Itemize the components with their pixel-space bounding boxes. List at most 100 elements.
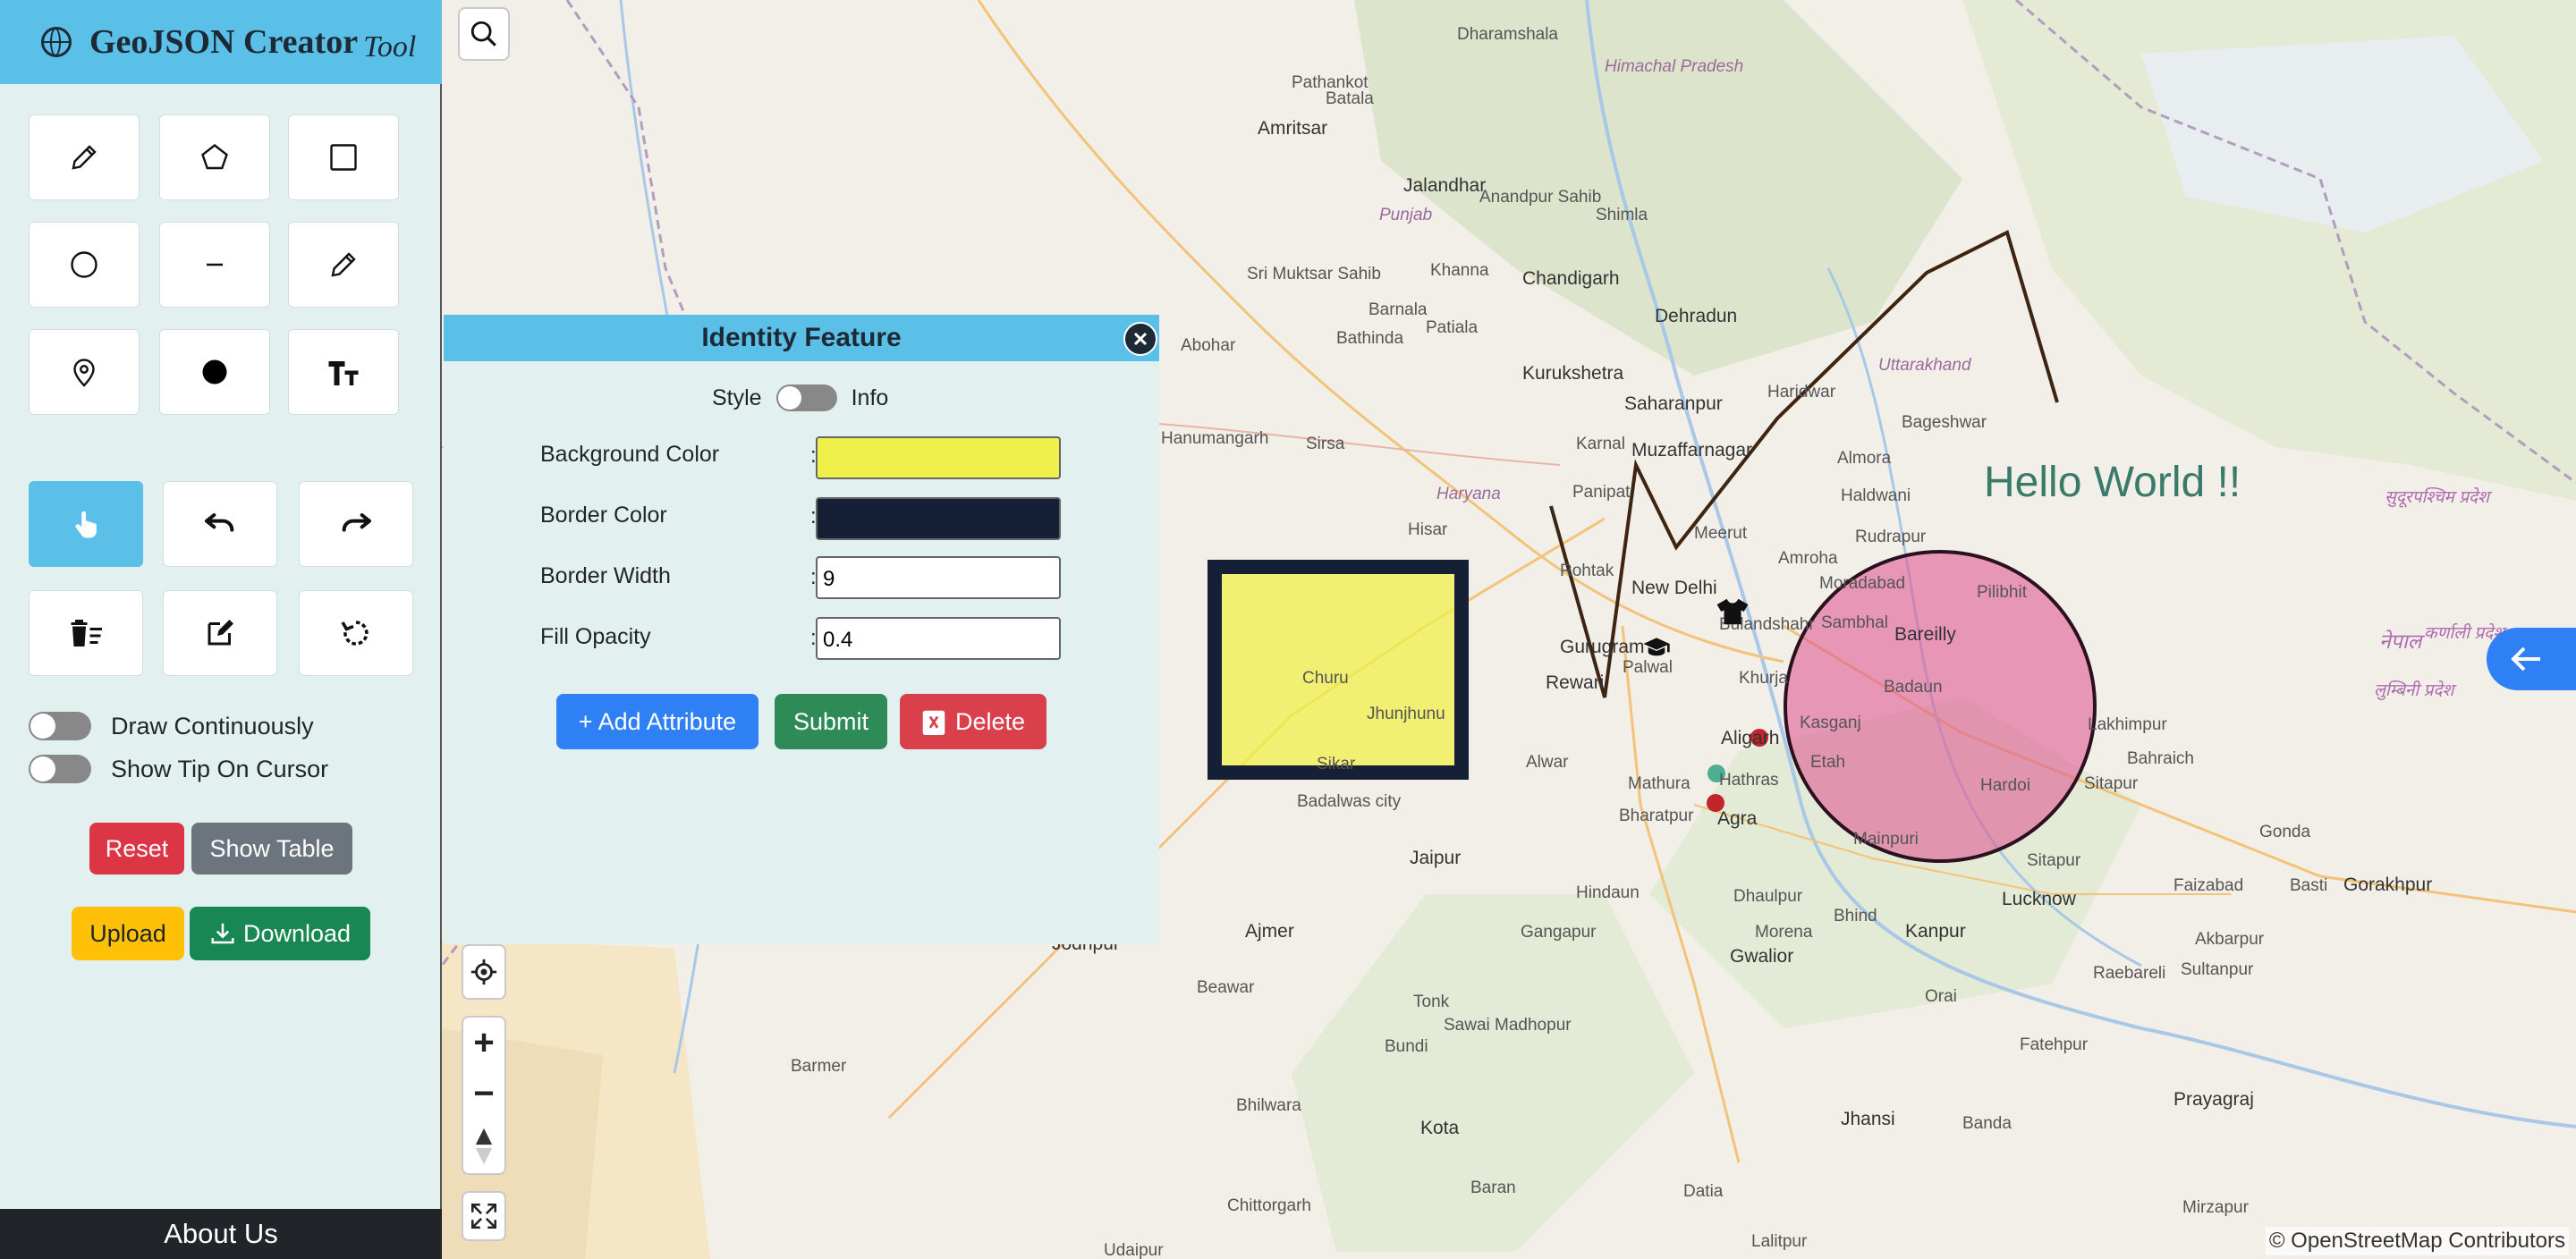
map-label-hathras: Hathras: [1719, 771, 1779, 790]
style-info-tabs: Style Info: [712, 384, 888, 411]
map-label-chandigarh: Chandigarh: [1522, 268, 1620, 289]
map-label-jhunjhunu: Jhunjhunu: [1367, 705, 1445, 723]
tab-style[interactable]: Style: [712, 385, 762, 411]
map-label-meerut: Meerut: [1694, 524, 1748, 543]
map-label-haldwani: Haldwani: [1841, 486, 1911, 505]
select-tool-button[interactable]: [29, 481, 143, 567]
map-label-haridwar: Haridwar: [1767, 383, 1836, 401]
arrow-left-icon: [2511, 646, 2540, 672]
map-label-sambhal: Sambhal: [1821, 613, 1888, 632]
map-label-lalitpur: Lalitpur: [1751, 1232, 1808, 1251]
map-label-kasganj: Kasganj: [1800, 714, 1861, 732]
drawn-text-feature[interactable]: Hello World !!: [1984, 458, 2241, 507]
draw-continuously-switch[interactable]: [29, 712, 91, 740]
zoom-in-button[interactable]: +: [473, 1025, 494, 1060]
map-label-dharamshala: Dharamshala: [1457, 25, 1558, 44]
redo-icon: [342, 513, 371, 532]
expand-icon: [470, 1203, 497, 1229]
map-label-dehradun: Dehradun: [1655, 306, 1738, 326]
background-color-input[interactable]: [816, 436, 1061, 479]
map-label-chittorgarh: Chittorgarh: [1227, 1196, 1311, 1215]
edit-button[interactable]: [163, 590, 277, 676]
map-label-himachal: Himachal Pradesh: [1605, 57, 1744, 76]
upload-button[interactable]: Upload: [72, 907, 184, 960]
map-label-lumbini: लुम्बिनी प्रदेश: [2374, 681, 2454, 700]
show-tip-toggle[interactable]: Show Tip On Cursor: [29, 755, 328, 783]
add-attribute-button[interactable]: + Add Attribute: [556, 694, 758, 749]
map-label-gwalior: Gwalior: [1730, 946, 1794, 967]
drawn-rectangle[interactable]: Churu Jhunjhunu Sikar: [1208, 560, 1469, 780]
text-icon: [328, 361, 359, 385]
draw-circle-button[interactable]: [29, 222, 140, 308]
map-label-bageshwar: Bageshwar: [1902, 413, 1987, 432]
rotate-button[interactable]: [299, 590, 413, 676]
map-label-mainpuri: Mainpuri: [1853, 830, 1919, 849]
map-label-barnala: Barnala: [1368, 300, 1428, 319]
map-label-mathura: Mathura: [1628, 774, 1690, 793]
map-label-kurukshetra: Kurukshetra: [1522, 363, 1624, 384]
map-label-badaun: Badaun: [1884, 678, 1943, 697]
draw-continuously-label: Draw Continuously: [111, 712, 314, 739]
draw-circle-marker-button[interactable]: [159, 329, 270, 415]
undo-button[interactable]: [163, 481, 277, 567]
compass-icon[interactable]: [473, 1127, 495, 1166]
map-label-nepal: नेपाल: [2379, 630, 2422, 653]
map-label-sawai: Sawai Madhopur: [1444, 1016, 1572, 1035]
map-label-beawar: Beawar: [1197, 978, 1255, 997]
style-info-switch[interactable]: [775, 384, 837, 411]
map-label-agra: Agra: [1717, 808, 1758, 829]
map-label-anandpur: Anandpur Sahib: [1479, 188, 1602, 207]
map-label-jhansi: Jhansi: [1841, 1109, 1895, 1129]
about-us-link[interactable]: About Us: [0, 1209, 442, 1259]
draw-polyline-button[interactable]: [288, 222, 399, 308]
draw-freehand-button[interactable]: [29, 114, 140, 200]
pen-icon: [331, 252, 356, 277]
zoom-out-button[interactable]: −: [473, 1076, 494, 1111]
draw-continuously-toggle[interactable]: Draw Continuously: [29, 712, 314, 740]
delete-button[interactable]: Delete: [900, 694, 1046, 749]
map-label-patiala: Patiala: [1426, 318, 1479, 337]
redo-button[interactable]: [299, 481, 413, 567]
sidebar: GeoJSON Creator Tool Draw Continuously S…: [0, 0, 442, 1259]
border-color-input[interactable]: [816, 497, 1061, 540]
undo-icon: [205, 513, 234, 532]
map-label-barmer: Barmer: [791, 1057, 847, 1076]
fill-opacity-input[interactable]: 0.4: [816, 617, 1061, 660]
map-label-gangapur: Gangapur: [1521, 923, 1597, 942]
map-label-amritsar: Amritsar: [1258, 118, 1328, 139]
map-label-khurja: Khurja: [1739, 669, 1788, 688]
tab-info[interactable]: Info: [852, 385, 889, 411]
reset-button[interactable]: Reset: [89, 823, 184, 875]
draw-rectangle-button[interactable]: [288, 114, 399, 200]
circle-icon: [71, 251, 97, 278]
shirt-icon[interactable]: [1716, 597, 1750, 630]
download-label: Download: [242, 919, 352, 947]
map-search-button[interactable]: [458, 7, 510, 61]
draw-text-button[interactable]: [288, 329, 399, 415]
show-table-button[interactable]: Show Table: [191, 823, 352, 875]
close-dialog-button[interactable]: [1123, 322, 1157, 356]
open-panel-button[interactable]: [2487, 628, 2576, 690]
pentagon-icon: [201, 143, 228, 170]
submit-button[interactable]: Submit: [775, 694, 887, 749]
map-label-bhilwara: Bhilwara: [1236, 1096, 1301, 1115]
map-label-gurugram: Gurugram: [1560, 637, 1645, 657]
download-button[interactable]: Download: [190, 907, 370, 960]
draw-line-button[interactable]: [159, 222, 270, 308]
map-label-uttarakhand: Uttarakhand: [1878, 356, 1971, 375]
show-tip-switch[interactable]: [29, 755, 91, 783]
draw-marker-button[interactable]: [29, 329, 140, 415]
map-label-morena: Morena: [1755, 923, 1813, 942]
locate-button[interactable]: [462, 944, 506, 1000]
map-label-rohtak: Rohtak: [1560, 562, 1614, 580]
map-label-udaipur: Udaipur: [1104, 1241, 1164, 1259]
draw-polygon-button[interactable]: [159, 114, 270, 200]
fullscreen-button[interactable]: [462, 1191, 506, 1241]
map-label-orai: Orai: [1925, 987, 1957, 1006]
map-label-shimla: Shimla: [1596, 206, 1648, 224]
map-label-basti: Basti: [2290, 876, 2328, 895]
graduation-cap-icon[interactable]: [1642, 635, 1671, 664]
border-width-input[interactable]: 9: [816, 556, 1061, 599]
show-tip-label: Show Tip On Cursor: [111, 755, 329, 782]
delete-all-button[interactable]: [29, 590, 143, 676]
